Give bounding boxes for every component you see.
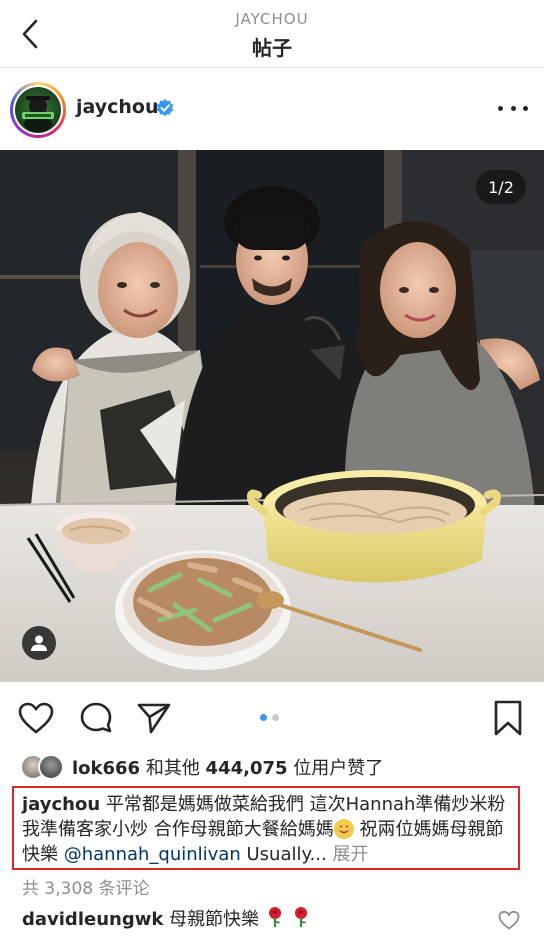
bookmark-icon <box>494 700 522 736</box>
likes-summary[interactable]: lok666 和其他 444,075 位用户赞了 <box>20 752 383 782</box>
page-title: 帖子 <box>252 36 292 60</box>
rose-emoji-icon <box>291 906 311 933</box>
share-button[interactable] <box>134 698 174 738</box>
smiling-face-emoji-icon <box>333 819 354 839</box>
post-photo[interactable]: 1/2 <box>0 150 544 682</box>
carousel-dot <box>272 714 279 721</box>
post-caption: jaychou 平常都是媽媽做菜給我們 這次Hannah準備炒米粉 我準備客家小… <box>22 792 510 867</box>
person-icon <box>31 635 47 651</box>
carousel-dot-active <box>260 714 267 721</box>
comment-item: davidleungwk 母親節快樂 <box>22 905 532 931</box>
view-all-comments-link[interactable]: 共 3,308 条评论 <box>22 874 149 899</box>
carousel-indicator <box>260 714 279 721</box>
more-options-button[interactable] <box>498 98 528 118</box>
post-header: jaychou <box>0 68 544 150</box>
action-bar <box>0 690 544 746</box>
mention-link[interactable]: @hannah_quinlivan <box>64 844 241 865</box>
comment-bubble-icon <box>80 702 112 733</box>
image-counter: 1/2 <box>476 170 526 204</box>
family-dinner-photo <box>0 150 544 682</box>
top-nav-bar: JAYCHOU 帖子 <box>0 0 544 68</box>
comment-button[interactable] <box>76 698 116 738</box>
caption-highlight-box: jaychou 平常都是媽媽做菜給我們 這次Hannah準備炒米粉 我準備客家小… <box>12 786 520 870</box>
heart-icon <box>18 702 54 734</box>
post-username[interactable]: jaychou <box>76 96 159 118</box>
green-hornet-avatar-icon <box>15 87 61 133</box>
caption-username[interactable]: jaychou <box>22 794 100 815</box>
verified-badge-icon <box>156 99 174 117</box>
tagged-people-button[interactable] <box>22 626 56 660</box>
comment-text: 母親節快樂 <box>163 909 260 930</box>
caption-text-3: Usually... <box>240 844 327 865</box>
likes-text: lok666 和其他 444,075 位用户赞了 <box>72 758 384 779</box>
likes-count: 444,075 <box>205 758 288 779</box>
account-name-subtitle: JAYCHOU <box>235 10 309 28</box>
expand-caption-link[interactable]: 展开 <box>327 844 368 865</box>
more-dots-icon <box>498 105 503 111</box>
liker-username[interactable]: lok666 <box>72 758 140 779</box>
like-button[interactable] <box>16 698 56 738</box>
rose-emoji-icon <box>265 906 285 933</box>
liker-avatar <box>38 754 64 780</box>
comment-like-heart-icon[interactable] <box>498 909 520 931</box>
save-button[interactable] <box>488 698 528 738</box>
avatar[interactable] <box>10 82 66 138</box>
paper-plane-icon <box>137 703 171 734</box>
comment-username[interactable]: davidleungwk <box>22 909 163 930</box>
